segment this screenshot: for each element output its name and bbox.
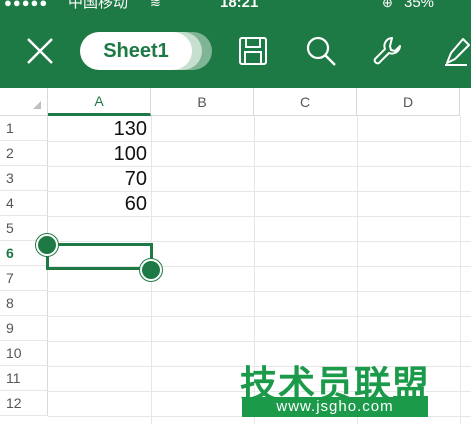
gridline bbox=[460, 116, 461, 424]
status-bar: ●●●●● 中国移动 ≋ 18:21 ⊕ 35% bbox=[0, 0, 471, 14]
search-icon bbox=[306, 36, 336, 66]
row-header-4[interactable]: 4 bbox=[0, 191, 48, 216]
selection-handle-start[interactable] bbox=[36, 234, 58, 256]
draw-button[interactable] bbox=[432, 14, 471, 88]
cell-a3[interactable]: 70 bbox=[48, 166, 151, 191]
selection-handle-end[interactable] bbox=[140, 259, 162, 281]
gridline bbox=[48, 341, 471, 342]
wrench-icon bbox=[373, 37, 401, 65]
carrier-name: 中国移动 bbox=[68, 0, 129, 11]
column-header-a[interactable]: A bbox=[48, 88, 151, 116]
cell-a4[interactable]: 60 bbox=[48, 191, 151, 216]
row-header-1[interactable]: 1 bbox=[0, 116, 48, 141]
cell-a1[interactable]: 130 bbox=[48, 116, 151, 141]
save-icon bbox=[239, 37, 267, 65]
row-header-2[interactable]: 2 bbox=[0, 141, 48, 166]
gridline bbox=[48, 291, 471, 292]
column-header-b[interactable]: B bbox=[151, 88, 254, 116]
settings-button[interactable] bbox=[362, 14, 412, 88]
save-button[interactable] bbox=[228, 14, 278, 88]
cell-a2[interactable]: 100 bbox=[48, 141, 151, 166]
status-time: 18:21 bbox=[220, 0, 259, 11]
gridline bbox=[48, 316, 471, 317]
wifi-icon: ≋ bbox=[150, 0, 161, 10]
draw-icon bbox=[445, 38, 470, 66]
select-all-corner[interactable] bbox=[0, 88, 48, 116]
column-header-c[interactable]: C bbox=[254, 88, 357, 116]
row-header-7[interactable]: 7 bbox=[0, 266, 48, 291]
row-header-11[interactable]: 11 bbox=[0, 366, 48, 391]
row-header-10[interactable]: 10 bbox=[0, 341, 48, 366]
corner-triangle-icon bbox=[33, 101, 41, 109]
battery-level: 35% bbox=[404, 0, 435, 11]
cell-a6-selection[interactable] bbox=[46, 243, 153, 270]
toolbar: Sheet1 bbox=[0, 14, 471, 88]
close-button[interactable] bbox=[14, 14, 66, 88]
sheet-tab[interactable]: Sheet1 bbox=[80, 32, 192, 70]
gridline bbox=[48, 241, 471, 242]
signal-strength: ●●●●● bbox=[4, 0, 49, 10]
lock-rotation-icon: ⊕ bbox=[382, 0, 393, 10]
search-button[interactable] bbox=[296, 14, 346, 88]
watermark-url: www.jsgho.com bbox=[242, 397, 428, 417]
column-header-d[interactable]: D bbox=[357, 88, 460, 116]
gridline bbox=[48, 216, 471, 217]
close-icon bbox=[27, 38, 53, 64]
row-header-3[interactable]: 3 bbox=[0, 166, 48, 191]
row-header-12[interactable]: 12 bbox=[0, 391, 48, 416]
row-header-9[interactable]: 9 bbox=[0, 316, 48, 341]
row-header-8[interactable]: 8 bbox=[0, 291, 48, 316]
